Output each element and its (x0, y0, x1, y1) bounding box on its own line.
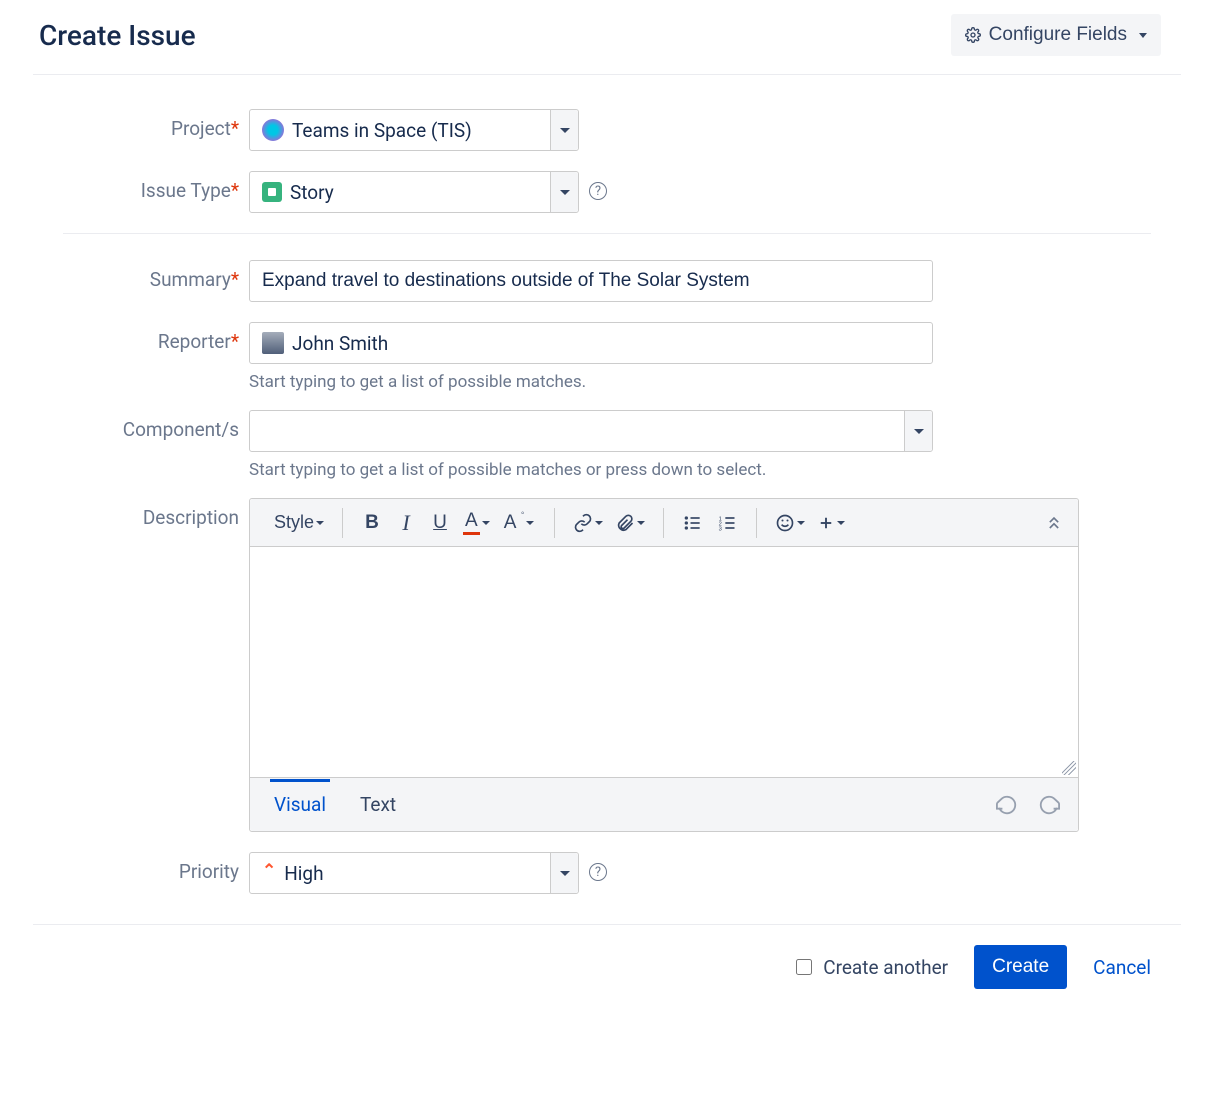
link-button[interactable] (569, 508, 607, 538)
priority-value: High (284, 862, 323, 885)
priority-high-icon: ⌃ (262, 861, 276, 881)
chevron-down-icon (837, 521, 845, 525)
underline-button[interactable]: U (425, 508, 455, 538)
description-textarea[interactable] (250, 547, 1078, 777)
field-project: Project* Teams in Space (TIS) (63, 109, 1151, 151)
bold-button[interactable]: B (357, 508, 387, 538)
bullet-list-button[interactable] (678, 508, 708, 538)
cancel-link[interactable]: Cancel (1093, 956, 1151, 979)
project-avatar-icon (262, 119, 284, 141)
field-description: Description Style B I U A (63, 498, 1151, 832)
reporter-value: John Smith (292, 332, 388, 355)
configure-fields-label: Configure Fields (989, 24, 1127, 46)
create-button[interactable]: Create (974, 945, 1067, 989)
dropdown-arrow-icon[interactable] (550, 110, 578, 150)
italic-button[interactable]: I (391, 508, 421, 538)
priority-label: Priority (179, 860, 239, 883)
dropdown-arrow-icon[interactable] (904, 411, 932, 451)
dropdown-arrow-icon[interactable] (550, 172, 578, 212)
project-value: Teams in Space (TIS) (292, 119, 472, 142)
chevron-down-icon (316, 521, 324, 525)
components-hint: Start typing to get a list of possible m… (249, 460, 1151, 480)
insert-more-button[interactable] (813, 508, 849, 538)
required-indicator: * (231, 179, 239, 202)
collapse-toolbar-icon[interactable] (1044, 513, 1064, 533)
summary-label: Summary (150, 268, 231, 291)
chevron-down-icon (637, 521, 645, 525)
chevron-down-icon (797, 521, 805, 525)
chevron-down-icon (526, 521, 534, 525)
story-icon (262, 182, 282, 202)
user-avatar-icon (262, 332, 284, 354)
priority-select[interactable]: ⌃ High (249, 852, 579, 894)
dialog-footer: Create another Create Cancel (33, 924, 1181, 1009)
chevron-down-icon (1139, 33, 1147, 38)
create-issue-dialog: Create Issue Configure Fields Project* T… (33, 0, 1181, 1009)
rte-footer: Visual Text (250, 777, 1078, 831)
project-label: Project (171, 117, 231, 140)
undo-button[interactable] (996, 794, 1018, 816)
reporter-label: Reporter (158, 330, 231, 353)
components-label: Component/s (123, 418, 239, 441)
summary-input[interactable] (249, 260, 933, 302)
style-dropdown-button[interactable]: Style (270, 508, 328, 538)
text-color-button[interactable]: A (459, 508, 494, 538)
create-another-checkbox[interactable]: Create another (792, 956, 948, 979)
emoji-button[interactable] (771, 508, 809, 538)
chevron-down-icon (482, 521, 490, 525)
numbered-list-button[interactable]: 123 (712, 508, 742, 538)
gear-icon (965, 27, 981, 43)
create-another-input[interactable] (796, 959, 812, 975)
project-select[interactable]: Teams in Space (TIS) (249, 109, 579, 151)
field-priority: Priority ⌃ High ? (63, 852, 1151, 894)
rich-text-editor: Style B I U A A◦ (249, 498, 1079, 832)
reporter-hint: Start typing to get a list of possible m… (249, 372, 1151, 392)
components-input[interactable] (249, 410, 933, 452)
create-another-label: Create another (823, 956, 948, 979)
tab-text[interactable]: Text (356, 779, 400, 830)
rte-toolbar: Style B I U A A◦ (250, 499, 1078, 547)
attachment-button[interactable] (611, 508, 649, 538)
description-label: Description (143, 506, 239, 529)
dropdown-arrow-icon[interactable] (550, 853, 578, 893)
field-reporter: Reporter* John Smith Start typing to get… (63, 322, 1151, 392)
field-components: Component/s Start typing to get a list o… (63, 410, 1151, 480)
issue-type-value: Story (290, 181, 334, 204)
issue-type-label: Issue Type (141, 179, 231, 202)
configure-fields-button[interactable]: Configure Fields (951, 14, 1161, 56)
required-indicator: * (231, 117, 239, 140)
resize-handle[interactable] (1062, 761, 1076, 775)
field-issue-type: Issue Type* Story ? (63, 171, 1151, 213)
required-indicator: * (231, 330, 239, 353)
form-body: Project* Teams in Space (TIS) Issue Type… (33, 75, 1181, 924)
reporter-input[interactable]: John Smith (249, 322, 933, 364)
dialog-title: Create Issue (39, 19, 196, 52)
required-indicator: * (231, 268, 239, 291)
svg-text:3: 3 (719, 526, 722, 532)
help-icon[interactable]: ? (589, 863, 607, 881)
clear-formatting-button[interactable]: A◦ (498, 508, 541, 538)
field-summary: Summary* (63, 260, 1151, 302)
issue-type-select[interactable]: Story (249, 171, 579, 213)
chevron-down-icon (595, 521, 603, 525)
dialog-header: Create Issue Configure Fields (33, 0, 1181, 75)
redo-button[interactable] (1038, 794, 1060, 816)
tab-visual[interactable]: Visual (270, 779, 330, 830)
section-divider (63, 233, 1151, 234)
help-icon[interactable]: ? (589, 182, 607, 200)
